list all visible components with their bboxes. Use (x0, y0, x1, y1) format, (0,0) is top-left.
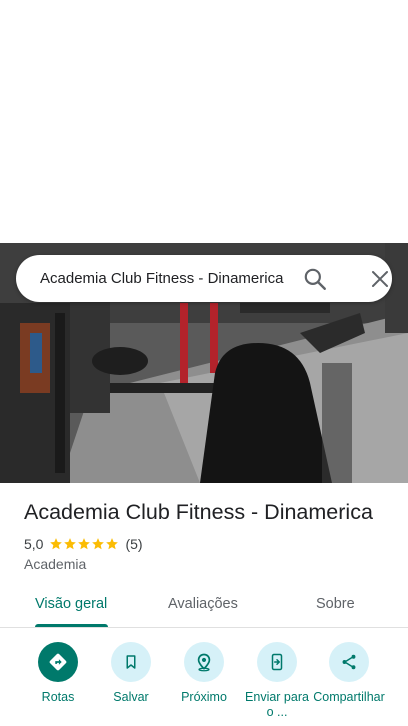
star-icon (64, 538, 77, 550)
save-button[interactable]: Salvar (95, 642, 167, 705)
star-icon (106, 538, 119, 550)
tab-reviews[interactable]: Avaliações (168, 596, 238, 612)
directions-label: Rotas (41, 690, 75, 704)
place-page: Academia Club Fitness - Dinamerica Acade… (0, 0, 408, 726)
nearby-button[interactable]: Próximo (168, 642, 240, 705)
share-button[interactable]: Compartilhar (313, 642, 385, 705)
star-icon (50, 538, 63, 550)
search-bar[interactable]: Academia Club Fitness - Dinamerica (16, 255, 392, 302)
send-to-phone-icon (257, 642, 297, 682)
bookmark-icon (111, 642, 151, 682)
tab-bar: Visão geral Avaliações Sobre (0, 584, 408, 628)
search-input[interactable]: Academia Club Fitness - Dinamerica (40, 270, 286, 287)
nearby-label: Próximo (181, 690, 227, 704)
close-icon[interactable] (368, 267, 392, 291)
share-icon (329, 642, 369, 682)
place-category[interactable]: Academia (24, 556, 86, 572)
active-tab-indicator (35, 624, 108, 627)
directions-button[interactable]: Rotas (22, 642, 94, 705)
star-icon (92, 538, 105, 550)
send-to-phone-button[interactable]: Enviar para o ... (241, 642, 313, 720)
rating-value: 5,0 (24, 536, 44, 552)
share-label: Compartilhar (313, 690, 385, 704)
rating-row[interactable]: 5,0 (5) (24, 536, 143, 552)
tab-about[interactable]: Sobre (316, 596, 355, 612)
send-to-phone-label: Enviar para o ... (245, 690, 309, 719)
directions-icon (38, 642, 78, 682)
star-rating (49, 537, 119, 551)
star-icon (78, 538, 91, 550)
review-count: (5) (125, 536, 143, 552)
place-title: Academia Club Fitness - Dinamerica (24, 500, 373, 524)
nearby-icon (184, 642, 224, 682)
tab-overview[interactable]: Visão geral (35, 596, 107, 612)
search-icon[interactable] (302, 266, 328, 292)
save-label: Salvar (113, 690, 149, 704)
